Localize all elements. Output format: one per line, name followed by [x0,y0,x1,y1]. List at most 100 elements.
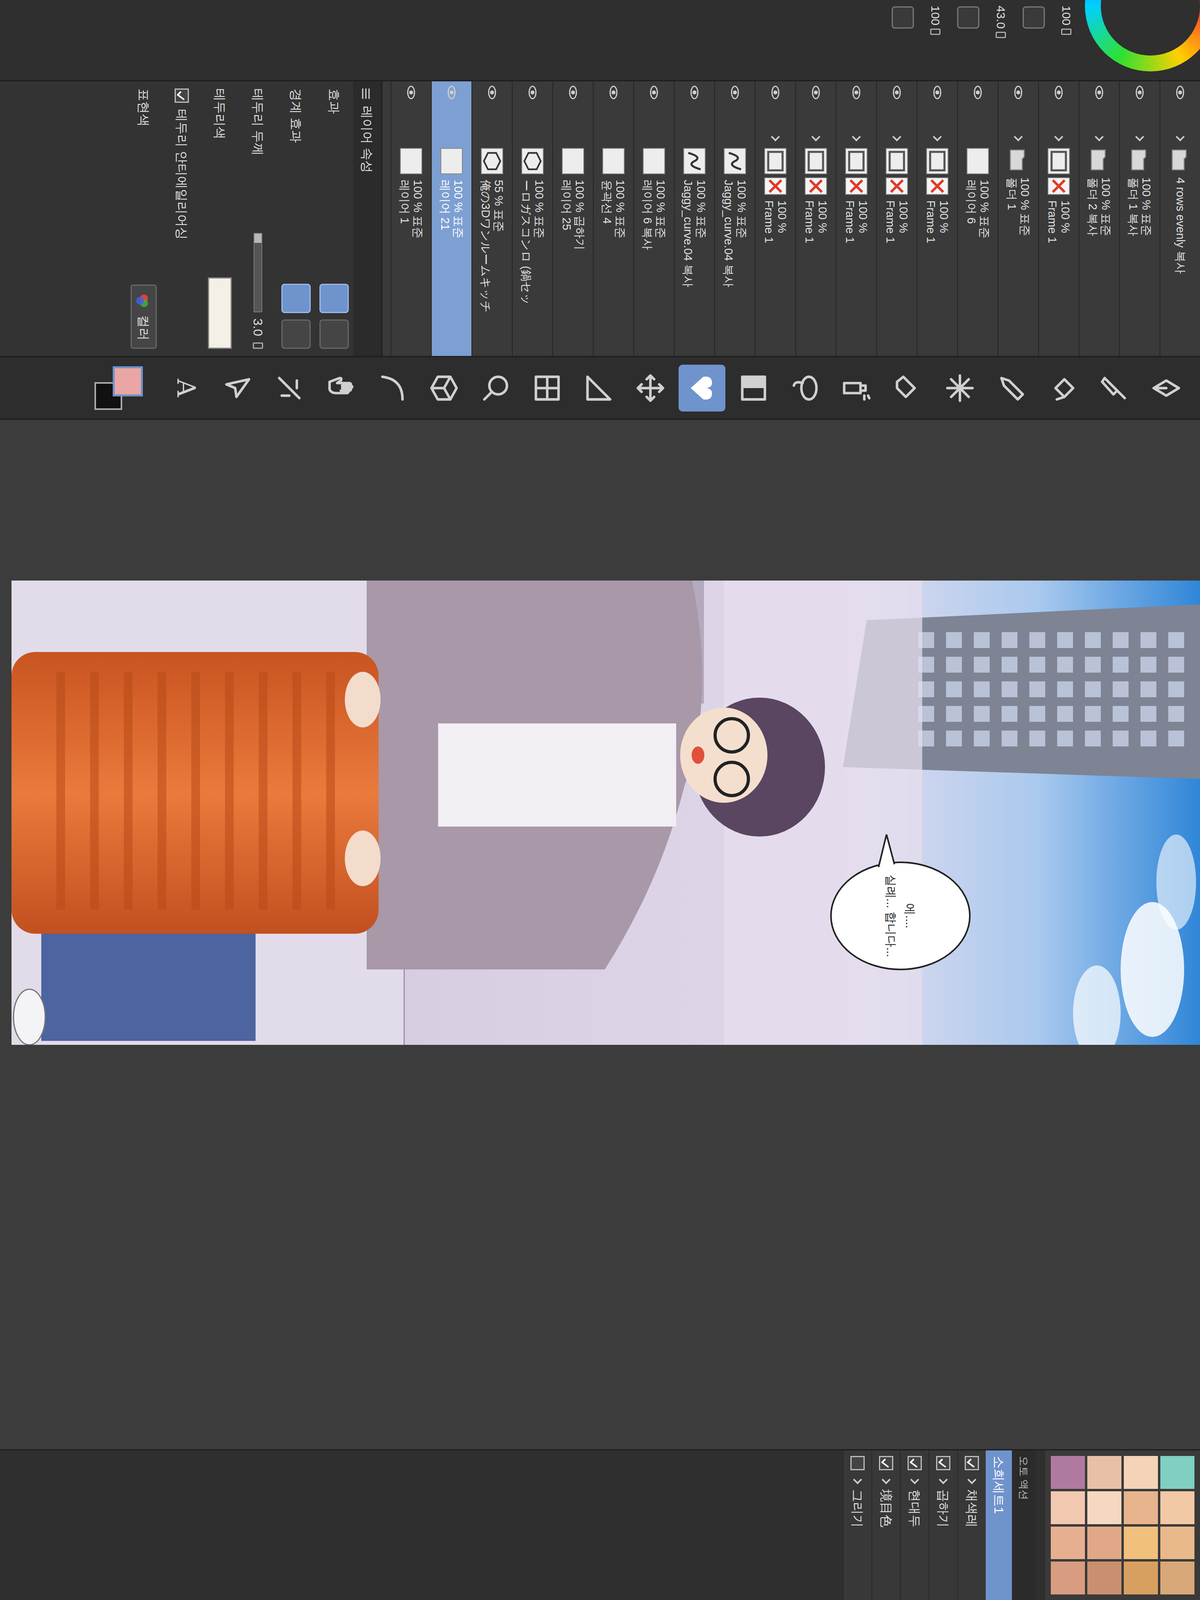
value-field[interactable]: 100 [1054,0,1079,81]
eye-icon[interactable] [730,85,739,100]
expand-icon[interactable] [1135,132,1145,142]
eye-icon[interactable] [650,85,658,100]
auto-action-item[interactable]: 현대두 [900,1450,929,1600]
palette-swatch[interactable] [1050,1526,1085,1560]
layer-row[interactable]: 55 %표준俺の3Dワンルームキッチ [471,81,512,356]
action-label[interactable]: 채색레 [962,1489,982,1528]
palette-swatch[interactable] [1087,1491,1122,1525]
panel-button[interactable] [1022,6,1045,29]
action-set-dropdown[interactable]: 소희세트1 [985,1450,1012,1600]
palette-swatch[interactable] [1123,1455,1158,1489]
layer-row[interactable]: 100 %표준레이어 1 [390,81,431,356]
layer-row[interactable]: 100 %Frame 1 [876,81,917,356]
tool-button[interactable] [626,364,674,412]
spinner-icon[interactable] [996,31,1007,39]
expression-value[interactable]: 컬러 [134,315,154,341]
eye-icon[interactable] [447,85,456,100]
layer-name[interactable]: Frame 1 [802,200,816,244]
tool-button[interactable] [1142,364,1190,412]
eye-icon[interactable] [407,85,416,100]
tool-button[interactable]: A [162,364,210,412]
layer-row[interactable]: 100 %Frame 1 [754,81,796,356]
palette-swatch[interactable] [1087,1561,1122,1595]
layer-name[interactable]: Frame 1 [762,200,776,244]
expand-icon[interactable] [1094,132,1104,142]
spinner-icon[interactable] [252,342,264,349]
thickness-slider[interactable] [253,232,263,313]
layer-name[interactable]: Frame 1 [1045,200,1059,244]
eye-icon[interactable] [811,85,820,100]
action-checkbox[interactable] [936,1455,951,1471]
layer-name[interactable]: 4 rows evenly 복사 [1173,177,1187,274]
tool-button[interactable] [369,364,416,412]
value-text[interactable]: 43.0 [992,5,1010,29]
layer-row[interactable]: 100 %표준윤곽선 4 [592,81,634,356]
expand-icon[interactable] [811,132,821,142]
layer-name[interactable]: Frame 1 [843,200,857,244]
spinner-icon[interactable] [930,28,941,35]
palette-swatch[interactable] [1087,1455,1122,1489]
layer-row[interactable]: 100 %표준Jaggy_curve.04 복사 [714,81,755,356]
layer-row[interactable]: 4 rows evenly 복사 [1159,81,1200,356]
tool-button[interactable] [214,364,262,412]
thickness-value[interactable]: 3.0 [248,318,268,337]
layer-name[interactable]: ーロガスコンロ (鍋セッ [519,179,533,306]
palette-swatch[interactable] [1123,1491,1158,1525]
tool-button[interactable] [781,364,829,412]
eye-icon[interactable] [488,85,497,100]
layer-row[interactable]: 100 %표준폴더 1 복사 [1119,81,1160,356]
layer-name[interactable]: 폴더 1 복사 [1126,177,1140,237]
layer-name[interactable]: 레이어 25 [559,179,574,250]
auto-action-item[interactable]: 채색레 [957,1450,986,1600]
expand-icon[interactable] [910,1475,920,1485]
eye-icon[interactable] [609,85,618,100]
tool-button[interactable] [317,364,365,412]
value-text[interactable]: 100 [926,5,945,26]
layer-name[interactable]: 폴더 1 [1005,177,1019,237]
palette-swatch[interactable] [1160,1561,1195,1595]
palette-swatch[interactable] [1050,1561,1085,1595]
tool-button[interactable] [523,364,571,412]
layer-name[interactable]: Jaggy_curve.04 복사 [681,179,695,288]
tool-button[interactable] [265,364,313,412]
palette-swatch[interactable] [1160,1455,1195,1489]
eye-icon[interactable] [1135,85,1144,100]
spinner-icon[interactable] [1061,28,1072,35]
eye-icon[interactable] [973,85,982,100]
layer-name[interactable]: Frame 1 [924,200,938,244]
expand-icon[interactable] [851,132,862,142]
layer-row[interactable]: 100 %곱하기레이어 25 [552,81,593,356]
layer-row[interactable]: 100 %표준레이어 21 [430,81,472,356]
expand-icon[interactable] [932,132,943,142]
panel-button[interactable] [957,6,980,29]
edge-button[interactable] [281,283,311,314]
tone-effect-button[interactable] [319,319,349,349]
expand-icon[interactable] [1013,132,1024,142]
watercolor-edge-button[interactable] [281,319,311,349]
main-color[interactable] [112,366,143,397]
palette-swatch[interactable] [1123,1526,1158,1560]
auto-action-item[interactable]: 境目色 [871,1450,900,1600]
value-text[interactable]: 100 [1057,5,1076,26]
eye-icon[interactable] [852,85,861,100]
tool-button[interactable] [988,364,1035,412]
layer-row[interactable]: 100 %Frame 1 [835,81,877,356]
eye-icon[interactable] [1176,85,1185,100]
eye-icon[interactable] [1014,85,1023,100]
auto-action-item[interactable]: 그리기 [842,1450,872,1600]
expand-icon[interactable] [1054,132,1064,142]
panel-button[interactable] [891,6,914,29]
palette-swatch[interactable] [1160,1526,1195,1560]
eye-icon[interactable] [690,85,699,100]
layer-name[interactable]: 레이어 21 [438,179,452,239]
expand-icon[interactable] [938,1475,949,1485]
layer-name[interactable]: 俺の3Dワンルームキッチ [478,179,493,313]
tool-button[interactable] [420,364,468,412]
tool-button[interactable] [1039,364,1087,412]
border-effect-button[interactable] [319,283,349,314]
action-label[interactable]: 현대두 [905,1489,925,1528]
layer-row[interactable]: 100 %표준레이어 6 [957,81,998,356]
border-color-swatch[interactable] [207,277,232,349]
expand-icon[interactable] [881,1475,891,1485]
palette-swatch[interactable] [1050,1455,1085,1489]
